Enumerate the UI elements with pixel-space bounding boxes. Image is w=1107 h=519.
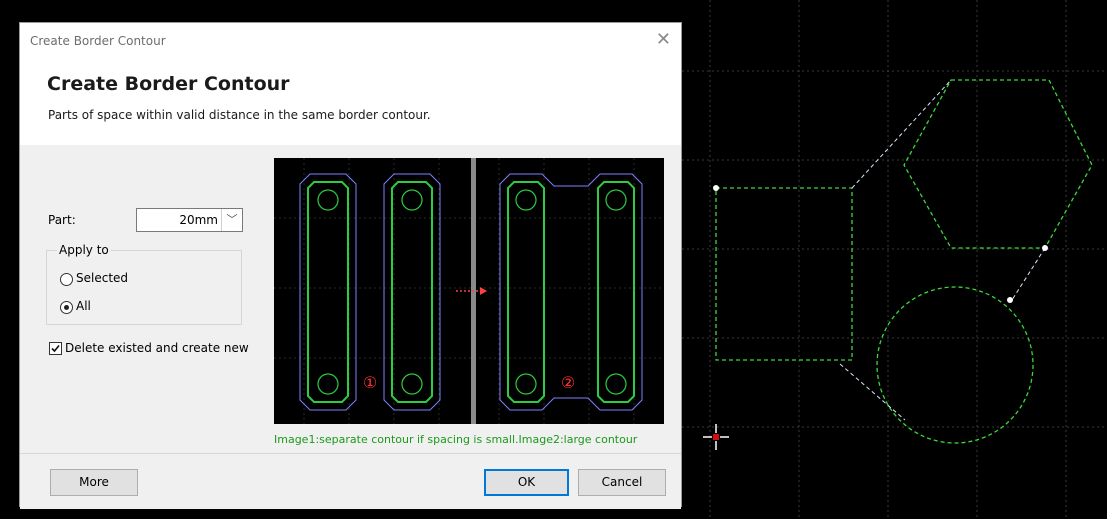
title-bar: Create Border Contour ✕ <box>20 23 681 61</box>
radio-selected[interactable] <box>60 273 73 286</box>
dialog-header: Create Border Contour Parts of space wit… <box>20 61 681 146</box>
part-distance-combo[interactable]: 20mm ﹀ <box>136 208 243 232</box>
dialog-description: Parts of space within valid distance in … <box>48 108 431 122</box>
delete-existed-label: Delete existed and create new <box>65 341 249 355</box>
close-icon[interactable]: ✕ <box>656 29 671 50</box>
more-button[interactable]: More <box>50 469 138 496</box>
chevron-down-icon[interactable]: ﹀ <box>221 209 242 231</box>
apply-to-group: Apply to Selected All <box>46 243 242 325</box>
apply-to-title: Apply to <box>57 243 111 257</box>
dialog-footer: More OK Cancel <box>20 453 681 509</box>
create-border-contour-dialog: Create Border Contour ✕ Create Border Co… <box>19 22 682 509</box>
radio-selected-label: Selected <box>76 271 129 285</box>
preview-marker-2: ② <box>561 373 575 392</box>
preview-image: ① ② <box>274 158 664 424</box>
window-title: Create Border Contour <box>30 34 166 48</box>
cancel-button[interactable]: Cancel <box>578 469 666 496</box>
dialog-body: Part: 20mm ﹀ Apply to Selected All Delet… <box>20 145 681 453</box>
radio-all[interactable] <box>60 301 73 314</box>
dialog-heading: Create Border Contour <box>47 73 290 95</box>
ok-button[interactable]: OK <box>484 469 569 496</box>
preview-caption: Image1:separate contour if spacing is sm… <box>274 433 638 446</box>
radio-all-label: All <box>76 299 91 313</box>
preview-marker-1: ① <box>363 373 377 392</box>
part-distance-value: 20mm <box>179 213 218 227</box>
delete-existed-checkbox[interactable] <box>49 342 62 355</box>
checkmark-icon <box>51 344 60 353</box>
part-label: Part: <box>48 213 76 227</box>
